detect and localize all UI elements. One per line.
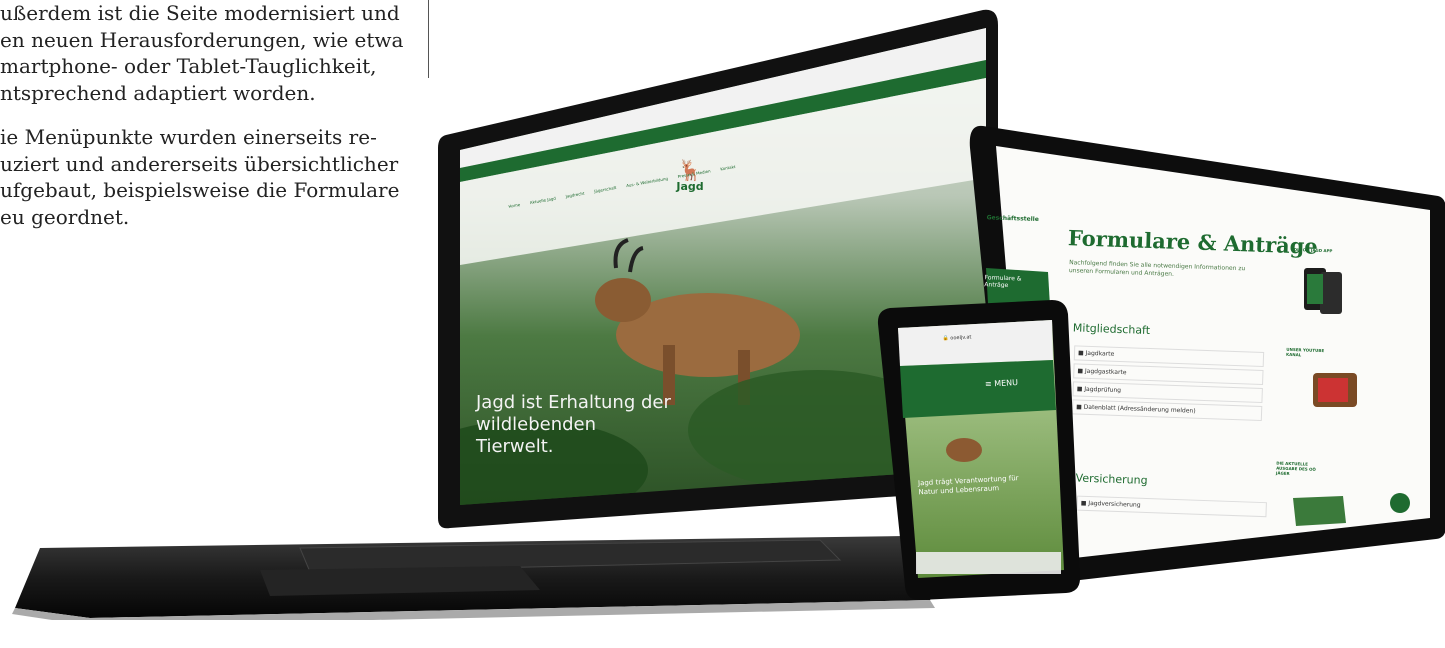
nav-kontakt[interactable]: Kontakt	[720, 164, 738, 182]
sidebar-item-formulare[interactable]: Formulare & Anträge	[984, 274, 1039, 290]
nav-jagdrecht[interactable]: Jagdrecht	[565, 191, 587, 210]
nav-home[interactable]: Home	[508, 202, 522, 220]
column-divider	[428, 0, 429, 78]
list-item[interactable]: ■ Jagdversicherung	[1076, 495, 1267, 518]
paragraph-modernization: ußerdem ist die Seite modernisiert und e…	[0, 0, 430, 106]
url-bar[interactable]: 🔒 ooeljv.at	[942, 334, 971, 342]
phone-content: 🔒 ooeljv.at ≡ MENU Jagd trägt Verantwort…	[902, 322, 1074, 570]
list-item-label: Jagdprüfung	[1084, 385, 1122, 395]
text-line: uziert und andererseits übersichtlicher	[0, 151, 399, 176]
section-mitgliedschaft: Mitgliedschaft	[1072, 321, 1151, 338]
paragraph-menu: ie Menüpunkte wurden einerseits re- uzie…	[0, 124, 430, 230]
article-text-column: ußerdem ist die Seite modernisiert und e…	[0, 0, 430, 248]
page-title: Formulare & Anträge	[1067, 225, 1319, 259]
list-versicherung: ■ Jagdversicherung	[1076, 495, 1267, 518]
aside-youtube-heading: UNSER YOUTUBE KANAL	[1286, 346, 1325, 358]
lock-icon: 🔒	[942, 335, 949, 342]
list-item[interactable]: ■ Datenblatt (Adressänderung melden)	[1071, 399, 1263, 421]
text-line: en neuen Herausforderungen, wie etwa	[0, 27, 404, 52]
section-versicherung: Versicherung	[1075, 471, 1148, 488]
hero-caption-line2: wildlebenden Tierwelt.	[476, 414, 597, 457]
list-item-label: Datenblatt (Adressänderung melden)	[1083, 403, 1196, 415]
text-line: eu geordnet.	[0, 204, 130, 229]
menu-label: MENU	[993, 378, 1019, 389]
list-item-label: Jagdversicherung	[1088, 499, 1141, 509]
page-intro: Nachfolgend finden Sie alle notwendigen …	[1068, 259, 1246, 278]
sidebar-label-geschaeftsstelle[interactable]: Geschäftsstelle	[987, 214, 1039, 223]
text-line: ufgebaut, beispielsweise die Formulare	[0, 178, 400, 202]
list-item-label: Jagdgastkarte	[1084, 367, 1127, 377]
text-line: ußerdem ist die Seite modernisiert und	[0, 1, 400, 25]
phone-hero-caption: Jagd trägt Verantwortung für Natur und L…	[917, 474, 1019, 497]
aside-issue-heading: DIE AKTUELLE AUSGABE DES OÖ JÄGER	[1275, 460, 1316, 476]
list-mitgliedschaft: ■ Jagdkarte ■ Jagdgastkarte ■ Jagdprüfun…	[1071, 345, 1265, 424]
hero-caption: Jagd ist Erhaltung der wildlebenden Tier…	[476, 392, 676, 458]
hero-caption-line1: Jagd ist Erhaltung der	[476, 392, 671, 413]
text-line: ie Menüpunkte wurden einerseits re-	[0, 125, 377, 149]
hamburger-icon: ≡	[984, 379, 992, 389]
url-text: ooeljv.at	[950, 334, 972, 342]
menu-button[interactable]: ≡ MENU	[985, 378, 1018, 389]
list-item-label: Jagdkarte	[1085, 349, 1115, 358]
text-line: martphone- oder Tablet-Tauglichkeit,	[0, 54, 377, 78]
text-line: ntsprechend adaptiert worden.	[0, 80, 316, 105]
